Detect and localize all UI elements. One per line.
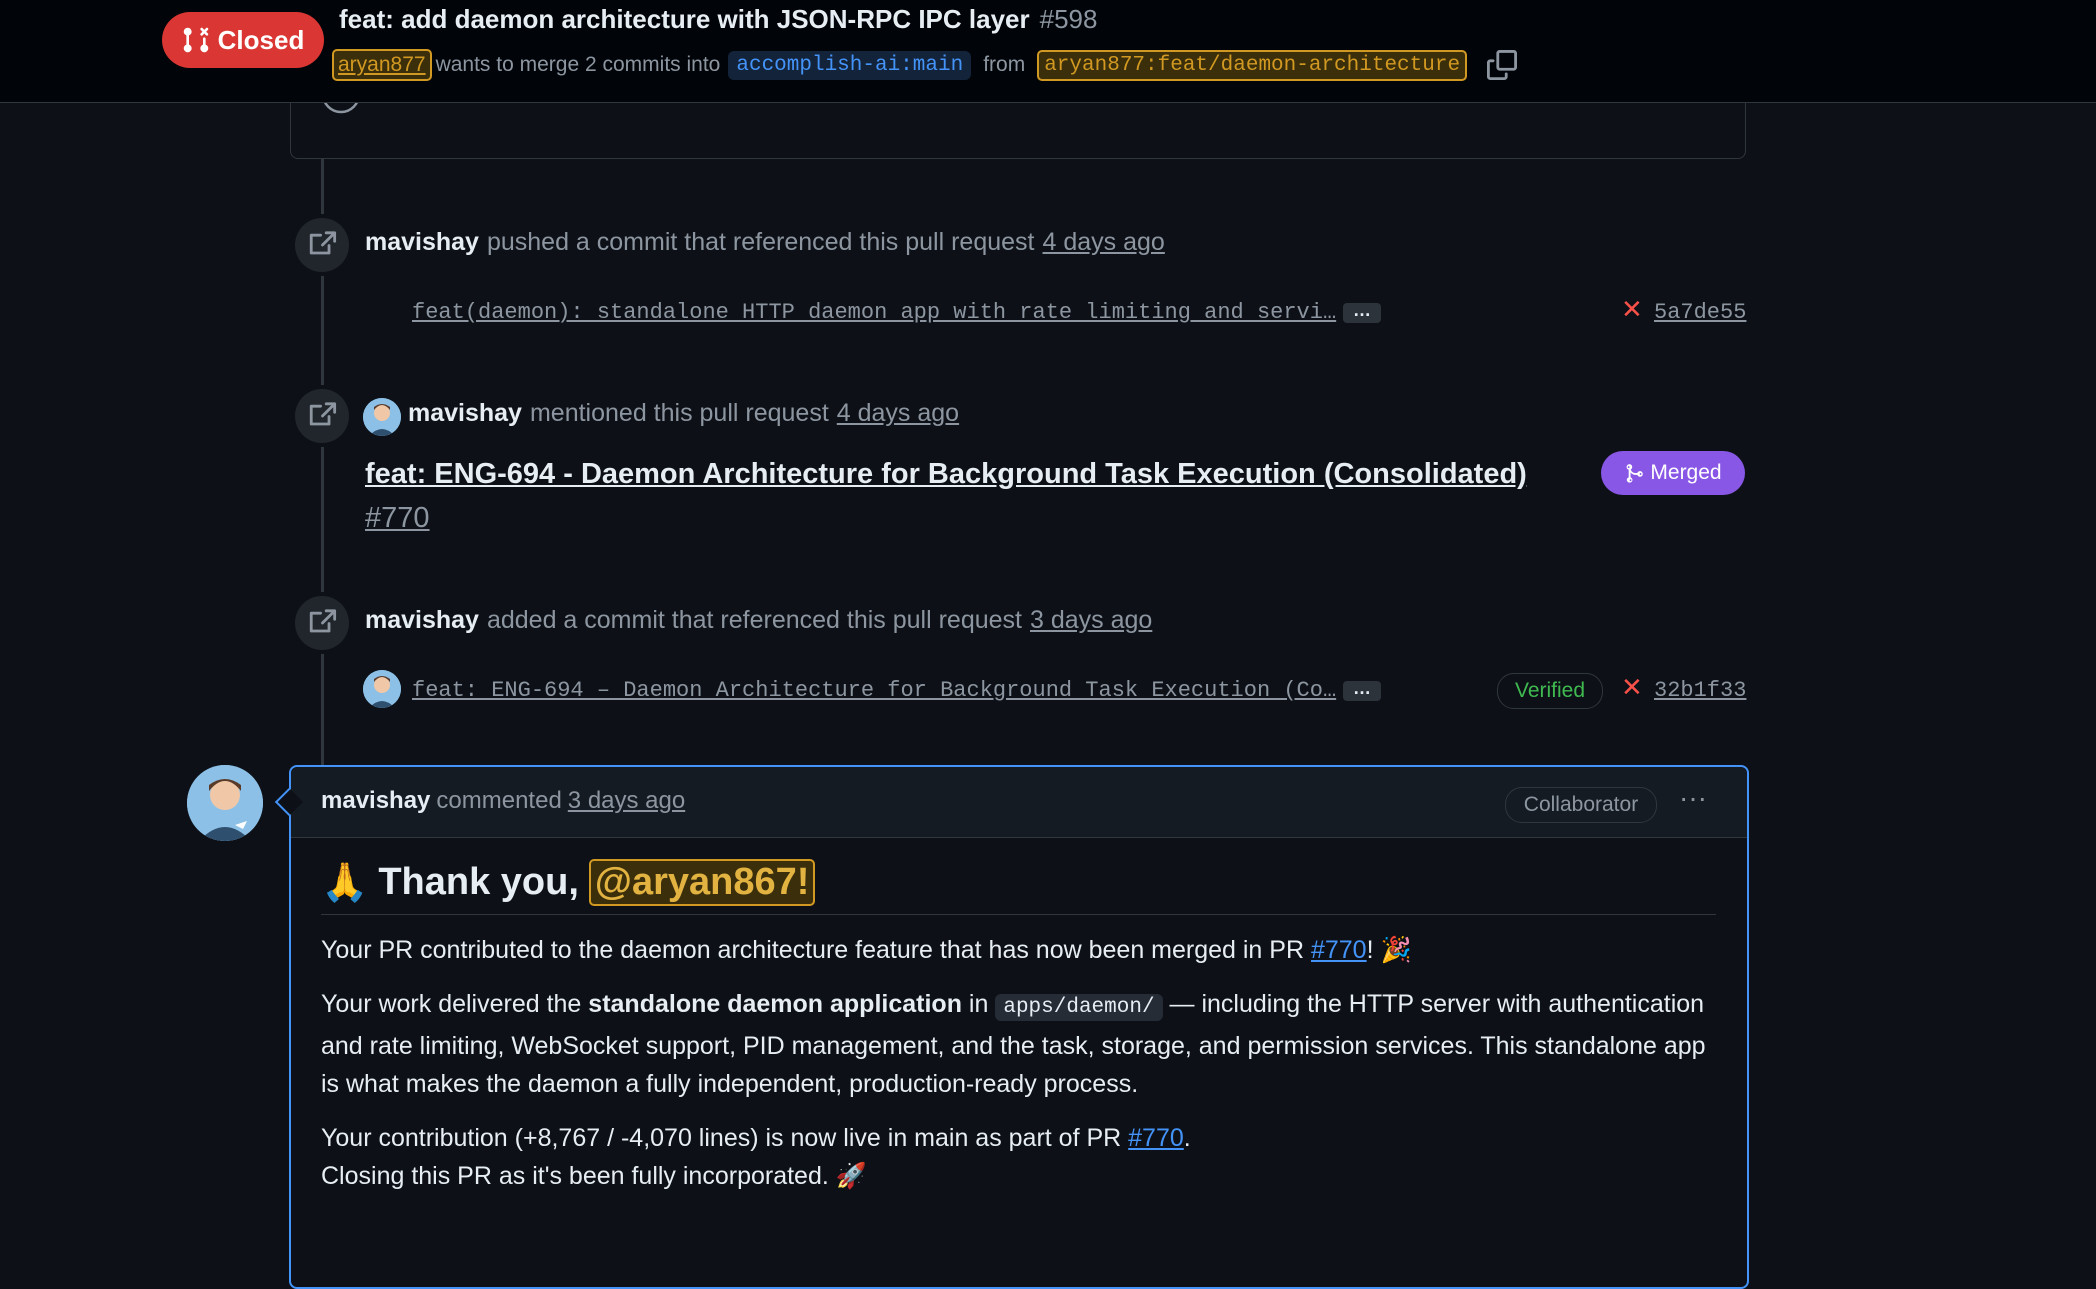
event-time[interactable]: 3 days ago — [1030, 606, 1152, 635]
commit-reference-icon — [295, 218, 349, 272]
expand-commit-button[interactable]: … — [1343, 679, 1381, 701]
avatar[interactable] — [363, 670, 401, 708]
user-mention[interactable]: @aryan867! — [588, 859, 816, 906]
commit-sha-link[interactable]: 32b1f33 — [1654, 678, 1746, 703]
event-actor[interactable]: mavishay — [408, 399, 522, 428]
heading-text: Thank you, — [378, 861, 579, 903]
sticky-pr-header: Closed feat: add daemon architecture wit… — [0, 0, 2096, 103]
event-actor[interactable]: mavishay — [365, 228, 479, 257]
event-action: added a commit that referenced this pull… — [486, 606, 1022, 634]
referenced-pr-link[interactable]: feat: ENG-694 - Daemon Architecture for … — [365, 452, 1545, 540]
event-added-commit: mavishay added a commit that referenced … — [365, 606, 1152, 635]
commit-message-link[interactable]: feat(daemon): standalone HTTP daemon app… — [412, 300, 1336, 325]
p2-in: in — [968, 990, 989, 1018]
thanks-heading: 🙏 Thank you, @aryan867! — [321, 859, 1716, 915]
comment-meta: mavishay commented 3 days ago — [321, 787, 685, 815]
base-branch[interactable]: accomplish-ai:main — [728, 50, 972, 80]
event-actor[interactable]: mavishay — [365, 606, 479, 635]
inline-code: apps/daemon/ — [995, 994, 1163, 1021]
avatar[interactable] — [363, 398, 401, 436]
copy-icon[interactable] — [1487, 50, 1518, 80]
verified-badge[interactable]: Verified — [1497, 673, 1603, 709]
expand-commit-button[interactable]: … — [1343, 301, 1381, 323]
cross-reference-icon — [295, 389, 349, 443]
paragraph-3: Your contribution (+8,767 / -4,070 lines… — [321, 1119, 1716, 1195]
comment-options-icon[interactable]: ··· — [1673, 782, 1713, 813]
p3-text: Your contribution (+8,767 / -4,070 lines… — [321, 1124, 1122, 1152]
pr-title: feat: add daemon architecture with JSON-… — [339, 4, 1097, 35]
commit-sha-link[interactable]: 5a7de55 — [1654, 300, 1746, 325]
pr-number: #598 — [1039, 4, 1098, 34]
check-failed-icon[interactable]: ✕ — [1621, 294, 1643, 325]
git-merge-icon — [1626, 464, 1644, 483]
referenced-pr-number[interactable]: #770 — [365, 502, 430, 534]
pr-title-text: feat: add daemon architecture with JSON-… — [339, 4, 1030, 34]
pr-author-link[interactable]: aryan877 — [332, 49, 432, 81]
merged-badge: Merged — [1601, 451, 1745, 495]
referenced-pr-title[interactable]: feat: ENG-694 - Daemon Architecture for … — [365, 458, 1527, 490]
event-action: pushed a commit that referenced this pul… — [486, 228, 1035, 256]
p1-after: ! 🎉 — [1366, 936, 1412, 964]
comment-action: commented — [436, 787, 562, 814]
paragraph-1: Your PR contributed to the daemon archit… — [321, 931, 1716, 969]
commit-reference-icon — [295, 596, 349, 650]
comment-header: mavishay commented 3 days ago Collaborator… — [291, 767, 1747, 838]
folded-hands-emoji: 🙏 — [321, 861, 369, 904]
comment-time[interactable]: 3 days ago — [568, 787, 685, 814]
event-mentioned: mavishay mentioned this pull request 4 d… — [408, 399, 959, 428]
event-pushed: mavishay pushed a commit that referenced… — [365, 228, 1165, 257]
p3-after: . — [1183, 1124, 1191, 1152]
pr-770-link[interactable]: #770 — [1128, 1124, 1184, 1152]
comment-author-avatar[interactable] — [187, 765, 263, 841]
commit-message-link[interactable]: feat: ENG-694 – Daemon Architecture for … — [412, 678, 1336, 703]
pr-state-label: Closed — [217, 24, 305, 55]
p2-text: Your work delivered the — [321, 990, 582, 1018]
from-text: from — [983, 53, 1026, 76]
merge-text: wants to merge 2 commits into — [435, 53, 721, 76]
pr-state-badge: Closed — [162, 12, 324, 68]
collaborator-badge: Collaborator — [1505, 787, 1657, 823]
merge-info: aryan877 wants to merge 2 commits into a… — [332, 48, 1518, 82]
p2-bold: standalone daemon application — [588, 990, 962, 1018]
event-time[interactable]: 4 days ago — [1043, 228, 1165, 257]
pr-closed-icon — [183, 27, 208, 53]
pr-770-link[interactable]: #770 — [1311, 936, 1367, 964]
merged-label: Merged — [1650, 461, 1722, 484]
head-branch[interactable]: aryan877:feat/daemon-architecture — [1037, 49, 1468, 81]
comment-body: 🙏 Thank you, @aryan867! Your PR contribu… — [321, 859, 1716, 1195]
p1-text: Your PR contributed to the daemon archit… — [321, 936, 1305, 964]
event-action: mentioned this pull request — [529, 399, 829, 427]
event-time[interactable]: 4 days ago — [837, 399, 959, 428]
p4-text: Closing this PR as it's been fully incor… — [321, 1162, 867, 1190]
paragraph-2: Your work delivered the standalone daemo… — [321, 985, 1716, 1103]
comment-card: mavishay commented 3 days ago Collaborator… — [289, 765, 1749, 1289]
check-failed-icon[interactable]: ✕ — [1621, 672, 1643, 703]
comment-author[interactable]: mavishay — [321, 787, 430, 814]
